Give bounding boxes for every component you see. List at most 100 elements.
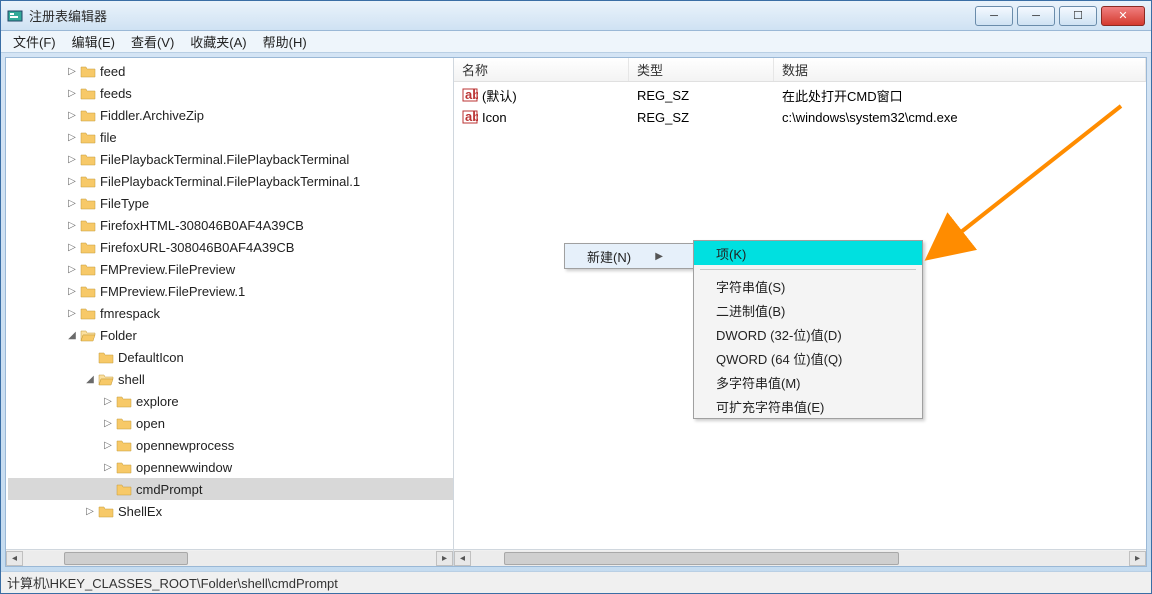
tree-item[interactable]: cmdPrompt: [8, 478, 453, 500]
expand-icon[interactable]: ▷: [66, 308, 78, 319]
expand-icon[interactable]: ▷: [66, 264, 78, 275]
submenu-item[interactable]: 项(K): [694, 241, 922, 265]
col-data[interactable]: 数据: [774, 58, 1146, 81]
submenu-item[interactable]: QWORD (64 位)值(Q): [694, 346, 922, 370]
value-row[interactable]: ab(默认)REG_SZ在此处打开CMD窗口: [454, 84, 1146, 106]
tree-item-label: opennewwindow: [136, 460, 232, 475]
expand-icon[interactable]: ◢: [84, 374, 96, 385]
submenu-item[interactable]: 可扩充字符串值(E): [694, 394, 922, 418]
expand-icon[interactable]: ▷: [102, 440, 114, 451]
menu-file[interactable]: 文件(F): [5, 31, 64, 52]
tree-item-label: FilePlaybackTerminal.FilePlaybackTermina…: [100, 174, 360, 189]
tree-item[interactable]: ▷ file: [8, 126, 453, 148]
svg-text:ab: ab: [465, 87, 478, 102]
expand-icon[interactable]: ▷: [66, 176, 78, 187]
context-menu[interactable]: 新建(N) ▶: [564, 243, 694, 269]
tree-item-label: FilePlaybackTerminal.FilePlaybackTermina…: [100, 152, 349, 167]
expand-icon[interactable]: ▷: [66, 132, 78, 143]
regedit-icon: [7, 8, 23, 24]
expand-icon[interactable]: ▷: [66, 66, 78, 77]
tree-item[interactable]: ▷fmrespack: [8, 302, 453, 324]
scroll-left-icon[interactable]: ◂: [6, 551, 23, 566]
content-area: ▷feed▷feeds▷Fiddler.ArchiveZip▷file▷File…: [5, 57, 1147, 567]
minimize-button[interactable]: ─: [975, 6, 1013, 26]
minimize2-button[interactable]: ─: [1017, 6, 1055, 26]
new-submenu[interactable]: 项(K) 字符串值(S)二进制值(B)DWORD (32-位)值(D)QWORD …: [693, 240, 923, 419]
values-pane: 名称 类型 数据 ab(默认)REG_SZ在此处打开CMD窗口abIconREG…: [454, 58, 1146, 566]
value-name: Icon: [482, 110, 507, 125]
tree-item[interactable]: ▷FirefoxHTML-308046B0AF4A39CB: [8, 214, 453, 236]
tree-item-label: FMPreview.FilePreview.1: [100, 284, 245, 299]
values-list[interactable]: ab(默认)REG_SZ在此处打开CMD窗口abIconREG_SZc:\win…: [454, 82, 1146, 130]
tree-item[interactable]: ▷ FMPreview.FilePreview.1: [8, 280, 453, 302]
tree-item[interactable]: ◢ shell: [8, 368, 453, 390]
close-button[interactable]: ✕: [1101, 6, 1145, 26]
tree-item[interactable]: ▷ Fiddler.ArchiveZip: [8, 104, 453, 126]
tree-item[interactable]: ▷ FirefoxURL-308046B0AF4A39CB: [8, 236, 453, 258]
expand-icon[interactable]: ▷: [66, 110, 78, 121]
tree-item[interactable]: ▷feeds: [8, 82, 453, 104]
col-name[interactable]: 名称: [454, 58, 629, 81]
tree-item[interactable]: ▷ShellEx: [8, 500, 453, 522]
tree-item-label: FileType: [100, 196, 149, 211]
regedit-window: 注册表编辑器 ─ ─ ☐ ✕ 文件(F) 编辑(E) 查看(V) 收藏夹(A) …: [0, 0, 1152, 594]
tree-item[interactable]: ▷ FileType: [8, 192, 453, 214]
value-row[interactable]: abIconREG_SZc:\windows\system32\cmd.exe: [454, 106, 1146, 128]
tree-item-label: file: [100, 130, 117, 145]
values-hscrollbar[interactable]: ◂ ▸: [454, 549, 1146, 566]
values-header[interactable]: 名称 类型 数据: [454, 58, 1146, 82]
submenu-item[interactable]: 二进制值(B): [694, 298, 922, 322]
submenu-item[interactable]: 多字符串值(M): [694, 370, 922, 394]
expand-icon[interactable]: ▷: [84, 506, 96, 517]
menu-separator: [700, 269, 916, 270]
registry-tree[interactable]: ▷feed▷feeds▷Fiddler.ArchiveZip▷file▷File…: [6, 58, 453, 524]
tree-item-label: explore: [136, 394, 179, 409]
tree-item[interactable]: ▷opennewprocess: [8, 434, 453, 456]
expand-icon[interactable]: ▷: [66, 242, 78, 253]
expand-icon[interactable]: ▷: [102, 462, 114, 473]
tree-item[interactable]: ▷ explore: [8, 390, 453, 412]
value-data: 在此处打开CMD窗口: [782, 86, 903, 105]
tree-item-label: FMPreview.FilePreview: [100, 262, 235, 277]
value-type: REG_SZ: [637, 88, 689, 103]
menu-edit[interactable]: 编辑(E): [64, 31, 123, 52]
tree-item-label: FirefoxURL-308046B0AF4A39CB: [100, 240, 294, 255]
tree-item[interactable]: ▷ FilePlaybackTerminal.FilePlaybackTermin…: [8, 148, 453, 170]
submenu-item[interactable]: 字符串值(S): [694, 274, 922, 298]
menu-help[interactable]: 帮助(H): [255, 31, 315, 52]
expand-icon[interactable]: ▷: [66, 154, 78, 165]
submenu-item[interactable]: DWORD (32-位)值(D): [694, 322, 922, 346]
tree-item[interactable]: DefaultIcon: [8, 346, 453, 368]
tree-item[interactable]: ▷feed: [8, 60, 453, 82]
titlebar[interactable]: 注册表编辑器 ─ ─ ☐ ✕: [1, 1, 1151, 31]
tree-item-label: Fiddler.ArchiveZip: [100, 108, 204, 123]
statusbar-path: 计算机\HKEY_CLASSES_ROOT\Folder\shell\cmdPr…: [7, 573, 338, 592]
tree-item[interactable]: ▷ FilePlaybackTerminal.FilePlaybackTermin…: [8, 170, 453, 192]
expand-icon[interactable]: ▷: [102, 396, 114, 407]
tree-item[interactable]: ▷open: [8, 412, 453, 434]
expand-icon[interactable]: ▷: [66, 198, 78, 209]
expand-icon[interactable]: ▷: [102, 418, 114, 429]
tree-hscrollbar[interactable]: ◂ ▸: [6, 549, 453, 566]
tree-item[interactable]: ▷ opennewwindow: [8, 456, 453, 478]
tree-item[interactable]: ▷ FMPreview.FilePreview: [8, 258, 453, 280]
menu-new-label: 新建(N): [587, 247, 631, 266]
expand-icon[interactable]: ▷: [66, 286, 78, 297]
window-title: 注册表编辑器: [29, 6, 975, 25]
tree-item-label: shell: [118, 372, 145, 387]
col-type[interactable]: 类型: [629, 58, 774, 81]
statusbar: 计算机\HKEY_CLASSES_ROOT\Folder\shell\cmdPr…: [1, 571, 1151, 593]
menubar: 文件(F) 编辑(E) 查看(V) 收藏夹(A) 帮助(H): [1, 31, 1151, 53]
scroll-left-icon[interactable]: ◂: [454, 551, 471, 566]
tree-item[interactable]: ◢Folder: [8, 324, 453, 346]
expand-icon[interactable]: ◢: [66, 330, 78, 341]
expand-icon[interactable]: ▷: [66, 88, 78, 99]
menu-new[interactable]: 新建(N) ▶: [565, 244, 693, 268]
menu-favorites[interactable]: 收藏夹(A): [182, 31, 254, 52]
tree-item-label: cmdPrompt: [136, 482, 202, 497]
expand-icon[interactable]: ▷: [66, 220, 78, 231]
scroll-right-icon[interactable]: ▸: [1129, 551, 1146, 566]
maximize-button[interactable]: ☐: [1059, 6, 1097, 26]
menu-view[interactable]: 查看(V): [123, 31, 182, 52]
scroll-right-icon[interactable]: ▸: [436, 551, 453, 566]
